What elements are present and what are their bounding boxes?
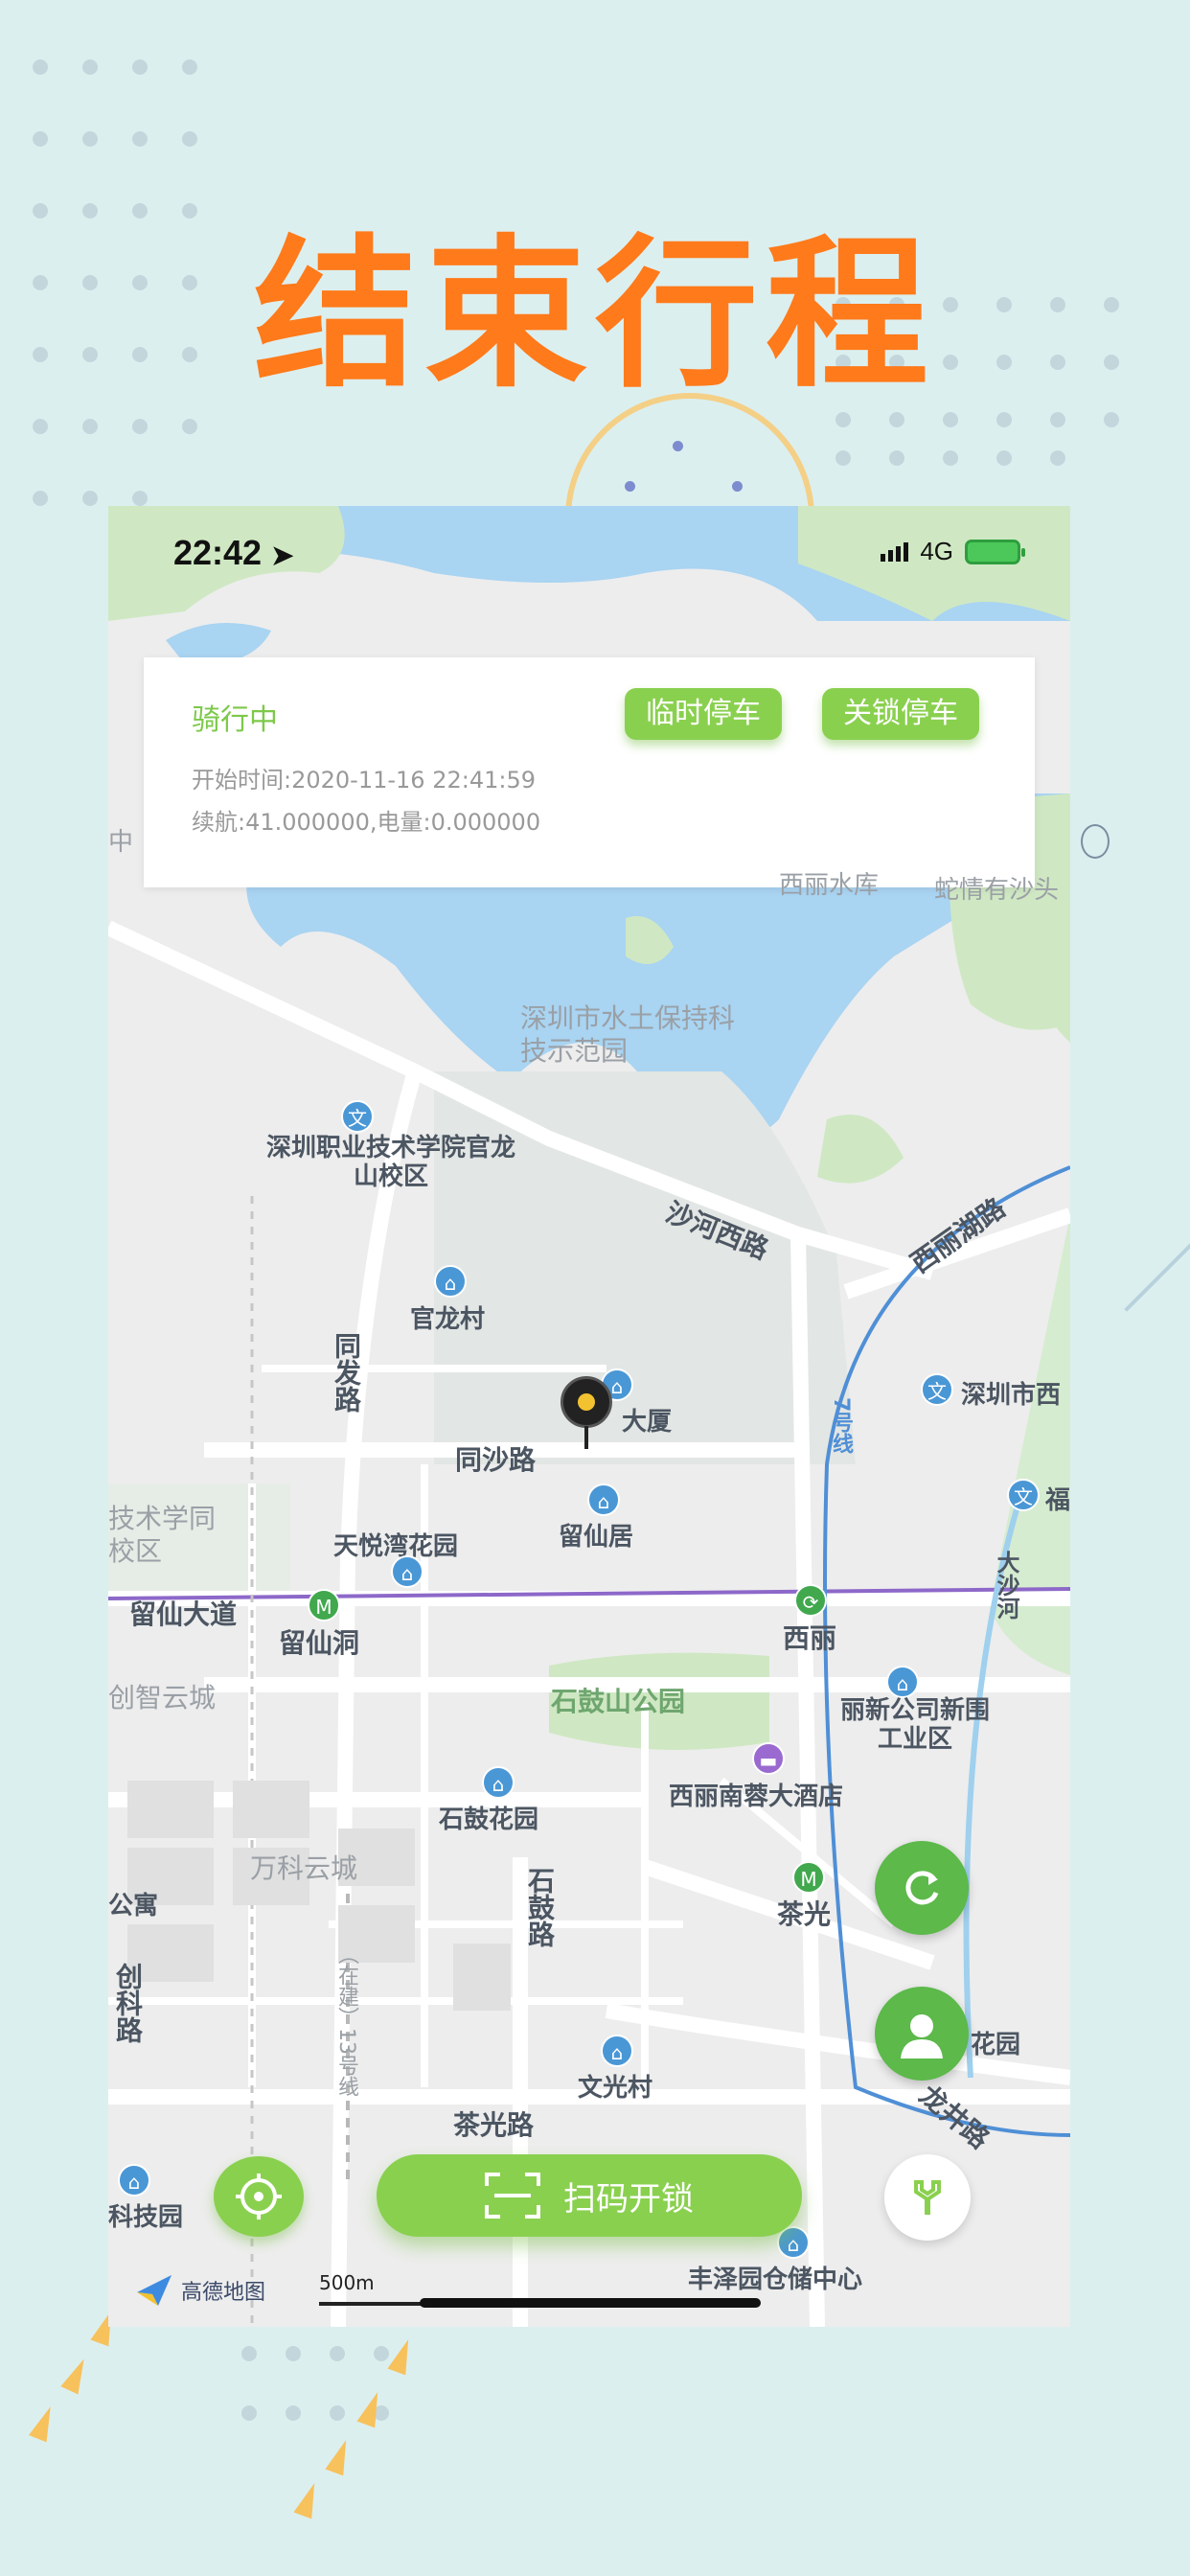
status-indicators: 4G bbox=[881, 537, 1025, 566]
network-label: 4G bbox=[920, 537, 953, 565]
residence-icon: ⌂ bbox=[434, 1265, 467, 1298]
map-label: 丰泽园仓储中心 bbox=[688, 2266, 863, 2294]
user-icon bbox=[901, 2014, 943, 2058]
map-label: 花园 bbox=[971, 2031, 1021, 2059]
map-label: 公寓 bbox=[108, 1892, 159, 1920]
decor-triangle bbox=[325, 2436, 355, 2476]
map-label-park: 深圳市水土保持科技示范园 bbox=[520, 1002, 736, 1067]
map-label: 创智云城 bbox=[108, 1682, 217, 1714]
decor-triangle bbox=[293, 2479, 324, 2519]
decor-arc-dot bbox=[732, 481, 743, 492]
residence-icon: ⌂ bbox=[587, 1484, 620, 1516]
hotel-icon: ▬ bbox=[752, 1742, 785, 1775]
map-label: 西丽南蓉大酒店 bbox=[669, 1782, 844, 1811]
school-icon: 文 bbox=[341, 1100, 374, 1133]
map-label: 福 bbox=[1045, 1486, 1070, 1515]
range-battery-text: 续航:41.000000,电量:0.000000 bbox=[192, 809, 541, 836]
metro-line-label: （在建）13号线 bbox=[334, 1944, 358, 2097]
lock-park-button[interactable]: 关锁停车 bbox=[822, 688, 979, 740]
map-label-road: 同发路 bbox=[331, 1332, 362, 1413]
decor-line bbox=[1124, 1241, 1190, 1312]
residence-icon: ⌂ bbox=[391, 1555, 423, 1588]
map-label: 丽新公司新围工业区 bbox=[839, 1696, 990, 1754]
map-label: 科技园 bbox=[108, 2203, 184, 2232]
scan-unlock-label: 扫码开锁 bbox=[563, 2179, 694, 2219]
temp-park-button[interactable]: 临时停车 bbox=[625, 688, 782, 740]
app-screen: 22:42 ➤ 4G 骑行中 开始时间:2020-11-16 22:41:59 … bbox=[108, 506, 1070, 2327]
map-label-station: 留仙洞 bbox=[279, 1627, 360, 1659]
map-label-road: 茶光路 bbox=[453, 2109, 535, 2141]
start-time-text: 开始时间:2020-11-16 22:41:59 bbox=[192, 767, 536, 794]
location-arrow-icon: ➤ bbox=[271, 540, 294, 570]
repair-button[interactable] bbox=[884, 2154, 971, 2241]
user-profile-button[interactable] bbox=[875, 1987, 969, 2081]
map-label: 中 bbox=[108, 828, 134, 857]
locate-button[interactable] bbox=[214, 2156, 304, 2237]
decor-arc-dot bbox=[625, 481, 635, 492]
school-icon: 文 bbox=[921, 1373, 953, 1406]
decor-triangle bbox=[387, 2335, 418, 2376]
map-label: 大厦 bbox=[622, 1408, 673, 1437]
scan-unlock-button[interactable]: 扫码开锁 bbox=[377, 2154, 802, 2237]
decor-ring bbox=[1081, 824, 1110, 859]
wrench-icon bbox=[914, 2180, 941, 2215]
map-label: 官龙村 bbox=[410, 1305, 486, 1334]
status-time: 22:42 ➤ bbox=[173, 533, 294, 572]
map-label: 万科云城 bbox=[250, 1852, 358, 1884]
map-label-road: 同沙路 bbox=[455, 1444, 537, 1476]
decor-triangle bbox=[28, 2403, 60, 2443]
map-label: 石鼓花园 bbox=[439, 1806, 539, 1834]
amap-logo-icon bbox=[137, 2275, 172, 2306]
signal-icon bbox=[881, 541, 909, 562]
decor-triangle bbox=[60, 2355, 93, 2395]
school-icon: 文 bbox=[1007, 1479, 1040, 1511]
map-scale-bar bbox=[319, 2302, 434, 2306]
building-icon: ⌂ bbox=[886, 1666, 919, 1698]
crosshair-icon bbox=[236, 2174, 282, 2220]
ride-status-text: 骑行中 bbox=[192, 703, 278, 737]
metro-line-label: 7号线 bbox=[829, 1397, 853, 1455]
map-label-road: 创科路 bbox=[112, 1963, 144, 2043]
metro-transfer-icon: ⟳ bbox=[794, 1584, 827, 1617]
map-label: 蛇情有沙头 bbox=[934, 876, 1060, 905]
map-label: 深圳市西 bbox=[961, 1381, 1062, 1410]
home-indicator bbox=[420, 2298, 761, 2308]
decor-arc-dot bbox=[673, 441, 683, 451]
residence-icon: ⌂ bbox=[601, 2035, 633, 2067]
battery-icon bbox=[965, 539, 1025, 564]
ride-status-card: 骑行中 开始时间:2020-11-16 22:41:59 续航:41.00000… bbox=[144, 657, 1035, 887]
refresh-icon bbox=[905, 1871, 939, 1905]
building-icon: ⌂ bbox=[777, 2226, 810, 2259]
residence-icon: ⌂ bbox=[482, 1766, 515, 1799]
map-label-road: 石鼓路 bbox=[524, 1867, 556, 1947]
map-label: 西丽水库 bbox=[779, 871, 880, 900]
bike-location-marker[interactable] bbox=[561, 1376, 612, 1453]
map-label-park: 石鼓山公园 bbox=[551, 1686, 686, 1717]
map-logo: 高德地图 bbox=[135, 2273, 265, 2308]
map-label: 大沙河 bbox=[993, 1551, 1019, 1620]
map-scale-label: 500m bbox=[319, 2271, 375, 2294]
page-headline: 结束行程 bbox=[253, 220, 936, 410]
building-icon: ⌂ bbox=[118, 2164, 150, 2196]
map-label: 文光村 bbox=[578, 2074, 653, 2103]
map-label: 天悦湾花园 bbox=[333, 1532, 459, 1561]
map-label-college: 深圳职业技术学院官龙山校区 bbox=[265, 1134, 515, 1191]
map-label: 技术学同校区 bbox=[108, 1503, 217, 1567]
metro-station-icon: M bbox=[308, 1589, 340, 1622]
map-label: 留仙居 bbox=[559, 1523, 634, 1552]
scan-icon bbox=[485, 2173, 540, 2219]
refresh-button[interactable] bbox=[875, 1841, 969, 1935]
map-label-station: 茶光 bbox=[777, 1898, 832, 1930]
map-label-station: 西丽 bbox=[783, 1622, 837, 1654]
metro-station-icon: M bbox=[792, 1861, 825, 1894]
map-label-road: 留仙大道 bbox=[129, 1598, 238, 1630]
